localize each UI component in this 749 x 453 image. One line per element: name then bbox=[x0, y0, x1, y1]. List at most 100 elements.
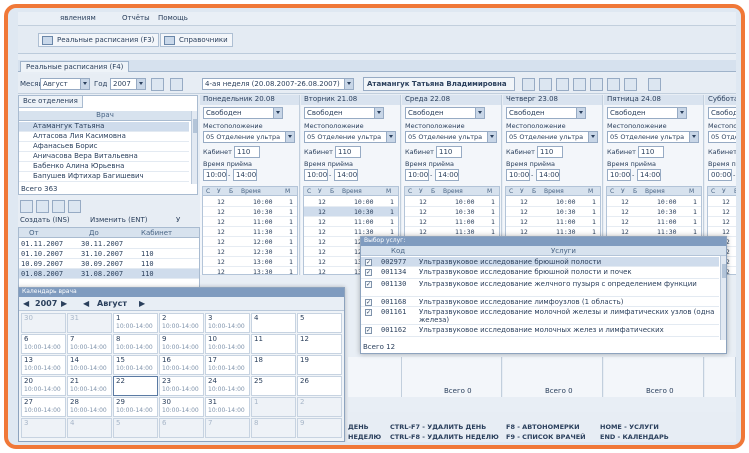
day-time-from[interactable]: 10:00 bbox=[607, 169, 631, 181]
day-time-to[interactable]: 14:00 bbox=[637, 169, 661, 181]
calendar-day-cell[interactable]: 6 10:00-14:00 bbox=[21, 334, 66, 354]
calendar-day-cell[interactable]: 20 10:00-14:00 bbox=[21, 376, 66, 396]
week-select[interactable]: 4-ая неделя (20.08.2007-26.08.2007) bbox=[202, 78, 354, 90]
slot-row[interactable]: 1210:001 bbox=[607, 197, 701, 207]
calendar-day-cell[interactable]: 15 10:00-14:00 bbox=[113, 355, 158, 375]
day-room-field[interactable]: 110 bbox=[335, 146, 361, 158]
next-month-icon[interactable]: ▶ bbox=[139, 299, 145, 308]
slot-row[interactable]: 1210:301 bbox=[304, 207, 398, 217]
day-time-from[interactable]: 10:00 bbox=[203, 169, 227, 181]
calendar-day-cell[interactable]: 30 bbox=[21, 313, 66, 333]
calendar-day-cell[interactable]: 14 10:00-14:00 bbox=[67, 355, 112, 375]
directories-button[interactable]: Справочники bbox=[160, 33, 233, 47]
edit-button[interactable]: Изменить (ENT) bbox=[90, 216, 148, 224]
calendar-day-cell[interactable]: 26 bbox=[297, 376, 342, 396]
service-row[interactable]: ✓ 001134 Ультразвуковое исследование брюшн… bbox=[361, 267, 719, 279]
prev-month-icon[interactable]: ◀ bbox=[83, 299, 89, 308]
slot-row[interactable]: 1211:001 bbox=[203, 217, 297, 227]
day-room-field[interactable]: 110 bbox=[638, 146, 664, 158]
calendar-day-cell[interactable]: 11 bbox=[251, 334, 296, 354]
year-select[interactable]: 2007 bbox=[110, 78, 146, 90]
day-time-to[interactable]: 14:00 bbox=[536, 169, 560, 181]
day-place-select[interactable]: 05 Отделение ультра bbox=[607, 131, 699, 143]
calendar-day-cell[interactable]: 25 bbox=[251, 376, 296, 396]
slot-row[interactable]: 1210:001 bbox=[304, 197, 398, 207]
calendar-day-cell[interactable]: 21 10:00-14:00 bbox=[67, 376, 112, 396]
period-row[interactable]: 10.09.2007 30.09.2007 110 bbox=[19, 259, 199, 269]
service-checkbox[interactable]: ✓ bbox=[365, 299, 372, 306]
calendar-day-cell[interactable]: 19 bbox=[297, 355, 342, 375]
first-icon[interactable] bbox=[20, 200, 33, 213]
calendar-day-cell[interactable]: 22 bbox=[113, 376, 158, 396]
doctor-list-item[interactable]: Бапушев Ифтихар Багишевич bbox=[19, 172, 189, 182]
tab-real-schedules[interactable]: Реальные расписания (F4) bbox=[20, 61, 130, 72]
slot-row[interactable]: 1210:001 bbox=[708, 197, 736, 207]
slot-row[interactable]: 1212:001 bbox=[203, 237, 297, 247]
calendar-day-cell[interactable]: 6 bbox=[159, 418, 204, 438]
period-row[interactable]: 01.11.2007 30.11.2007 bbox=[19, 239, 199, 249]
day-time-from[interactable]: 00:00 bbox=[708, 169, 732, 181]
calendar-day-cell[interactable]: 29 10:00-14:00 bbox=[113, 397, 158, 417]
day-status-select[interactable]: Свободен bbox=[607, 107, 687, 119]
service-checkbox[interactable]: ✓ bbox=[365, 327, 372, 334]
doctor-list-item[interactable]: Атамангук Татьяна bbox=[19, 122, 189, 132]
calendar-day-cell[interactable]: 9 10:00-14:00 bbox=[159, 334, 204, 354]
calendar-day-cell[interactable]: 18 bbox=[251, 355, 296, 375]
doctor-list-item[interactable]: Алтасова Лия Касимовна bbox=[19, 132, 189, 142]
calendar-day-cell[interactable]: 9 bbox=[297, 418, 342, 438]
calendar-day-cell[interactable]: 5 bbox=[113, 418, 158, 438]
service-checkbox[interactable]: ✓ bbox=[365, 281, 372, 288]
apply-filter-icon[interactable] bbox=[151, 78, 164, 91]
slot-row[interactable]: 1213:001 bbox=[203, 257, 297, 267]
day-time-from[interactable]: 10:00 bbox=[304, 169, 328, 181]
slot-row[interactable]: 1210:301 bbox=[405, 207, 499, 217]
day-time-to[interactable]: 14:00 bbox=[233, 169, 257, 181]
day-place-select[interactable]: 05 Отделение ультра bbox=[506, 131, 598, 143]
slot-row[interactable]: 1210:301 bbox=[607, 207, 701, 217]
day-place-select[interactable]: 05 Отделение ультра bbox=[304, 131, 396, 143]
export-icon[interactable] bbox=[556, 78, 569, 91]
day-room-field[interactable]: 110 bbox=[436, 146, 462, 158]
calendar-day-cell[interactable]: 17 10:00-14:00 bbox=[205, 355, 250, 375]
user-search-icon[interactable] bbox=[170, 78, 183, 91]
slot-row[interactable]: 1211:001 bbox=[607, 217, 701, 227]
calendar-day-cell[interactable]: 13 10:00-14:00 bbox=[21, 355, 66, 375]
slot-row[interactable]: 1210:001 bbox=[405, 197, 499, 207]
calendar-day-cell[interactable]: 7 bbox=[205, 418, 250, 438]
doctor-list-item[interactable]: Афанасьев Борис bbox=[19, 142, 189, 152]
doctors-scrollbar[interactable] bbox=[191, 111, 197, 184]
slot-row[interactable]: 1210:301 bbox=[506, 207, 600, 217]
day-status-select[interactable]: Свободен bbox=[304, 107, 384, 119]
calendar-day-cell[interactable]: 31 10:00-14:00 bbox=[205, 397, 250, 417]
calendar-day-cell[interactable]: 1 bbox=[251, 397, 296, 417]
service-checkbox[interactable]: ✓ bbox=[365, 309, 372, 316]
day-status-select[interactable]: Свободен bbox=[708, 107, 736, 119]
doctor-list-item[interactable]: Аничасова Вера Витальевна bbox=[19, 152, 189, 162]
print-icon[interactable] bbox=[624, 78, 637, 91]
day-time-to[interactable]: 14:00 bbox=[334, 169, 358, 181]
delete-button[interactable]: У bbox=[176, 216, 180, 224]
menu-item-events[interactable]: явлениям bbox=[60, 14, 96, 22]
import-icon[interactable] bbox=[573, 78, 586, 91]
menu-item-help[interactable]: Помощь bbox=[158, 14, 188, 22]
slot-row[interactable]: 1211:301 bbox=[203, 227, 297, 237]
calendar-day-cell[interactable]: 7 10:00-14:00 bbox=[67, 334, 112, 354]
slot-row[interactable]: 1210:001 bbox=[506, 197, 600, 207]
doctor-list-item[interactable]: Бабенко Алина Юрьевна bbox=[19, 162, 189, 172]
slot-row[interactable]: 1210:301 bbox=[203, 207, 297, 217]
calendar-day-cell[interactable]: 28 10:00-14:00 bbox=[67, 397, 112, 417]
slot-row[interactable]: 1213:301 bbox=[203, 267, 297, 274]
calendar-day-cell[interactable]: 3 bbox=[21, 418, 66, 438]
window-icon[interactable] bbox=[648, 78, 661, 91]
last-icon[interactable] bbox=[68, 200, 81, 213]
calendar-day-cell[interactable]: 30 10:00-14:00 bbox=[159, 397, 204, 417]
day-time-from[interactable]: 10:00 bbox=[405, 169, 429, 181]
all-departments-tab[interactable]: Все отделения bbox=[19, 96, 83, 108]
calendar-day-cell[interactable]: 4 bbox=[67, 418, 112, 438]
day-time-to[interactable]: 14:00 bbox=[435, 169, 459, 181]
next-year-icon[interactable]: ▶ bbox=[61, 299, 67, 308]
day-status-select[interactable]: Свободен bbox=[405, 107, 485, 119]
calendar-day-cell[interactable]: 31 bbox=[67, 313, 112, 333]
real-schedules-button[interactable]: Реальные расписания (F3) bbox=[38, 33, 160, 47]
day-room-field[interactable]: 110 bbox=[537, 146, 563, 158]
